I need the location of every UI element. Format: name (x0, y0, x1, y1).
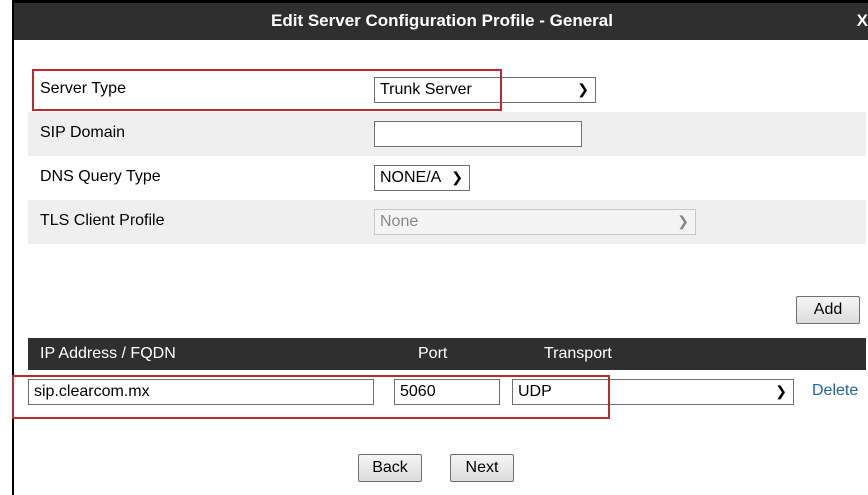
edit-server-profile-dialog: Edit Server Configuration Profile - Gene… (12, 0, 868, 495)
tls-client-profile-label: TLS Client Profile (40, 212, 165, 229)
add-button[interactable]: Add (796, 296, 860, 324)
sip-domain-row: SIP Domain (28, 112, 866, 156)
header-address: IP Address / FQDN (40, 345, 176, 362)
server-type-row: Server Type Trunk Server ❯ (28, 68, 866, 112)
address-value: sip.clearcom.mx (34, 383, 150, 400)
dns-query-type-label: DNS Query Type (40, 168, 161, 185)
dns-query-type-select[interactable]: NONE/A ❯ (374, 165, 470, 191)
port-input[interactable]: 5060 (394, 379, 500, 405)
tls-client-profile-row: TLS Client Profile None ❯ (28, 200, 866, 244)
tls-client-profile-value: None (380, 213, 419, 230)
server-type-select[interactable]: Trunk Server ❯ (374, 77, 596, 103)
chevron-down-icon: ❯ (677, 213, 689, 229)
chevron-down-icon: ❯ (451, 169, 463, 185)
tls-client-profile-select[interactable]: None ❯ (374, 209, 696, 235)
sip-domain-label: SIP Domain (40, 124, 126, 141)
sip-domain-input[interactable] (374, 121, 582, 147)
server-address-table-header: IP Address / FQDN Port Transport (28, 338, 866, 370)
dialog-title: Edit Server Configuration Profile - Gene… (271, 11, 613, 30)
header-transport: Transport (544, 345, 612, 362)
address-input[interactable]: sip.clearcom.mx (28, 379, 374, 405)
header-port: Port (418, 345, 448, 362)
port-value: 5060 (400, 383, 436, 400)
transport-select[interactable]: UDP ❯ (512, 379, 794, 405)
delete-link[interactable]: Delete (812, 382, 858, 400)
server-type-label: Server Type (40, 80, 126, 97)
dns-query-type-value: NONE/A (380, 169, 442, 186)
next-button[interactable]: Next (450, 454, 514, 482)
chevron-down-icon: ❯ (775, 383, 787, 399)
server-type-value: Trunk Server (380, 81, 472, 98)
back-button[interactable]: Back (358, 454, 422, 482)
transport-value: UDP (518, 383, 552, 400)
dialog-titlebar: Edit Server Configuration Profile - Gene… (14, 0, 868, 40)
close-button[interactable]: X (857, 11, 868, 31)
table-row: sip.clearcom.mx 5060 UDP ❯ Delete (28, 370, 866, 414)
chevron-down-icon: ❯ (577, 81, 589, 97)
dns-query-type-row: DNS Query Type NONE/A ❯ (28, 156, 866, 200)
